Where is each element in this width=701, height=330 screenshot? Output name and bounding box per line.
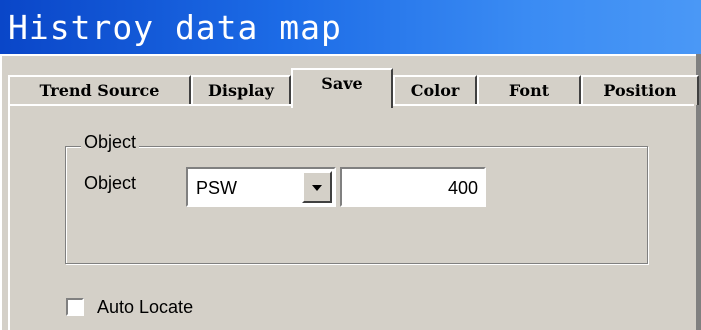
object-address-value: 400 bbox=[447, 178, 478, 198]
object-label: Object bbox=[84, 173, 137, 193]
window-title: Histroy data map bbox=[8, 8, 342, 47]
tab-display[interactable]: Display bbox=[191, 75, 291, 105]
tab-position[interactable]: Position bbox=[581, 75, 699, 105]
dropdown-button[interactable] bbox=[302, 171, 332, 203]
tab-trend-source[interactable]: Trend Source bbox=[8, 75, 191, 105]
object-type-value: PSW bbox=[196, 178, 238, 198]
object-type-select[interactable]: PSW bbox=[186, 167, 336, 207]
object-address-input[interactable]: 400 bbox=[340, 167, 486, 207]
tab-color[interactable]: Color bbox=[393, 75, 477, 105]
title-bar: Histroy data map bbox=[0, 0, 701, 54]
auto-locate-label[interactable]: Auto Locate bbox=[97, 296, 193, 318]
dialog-edge bbox=[0, 54, 701, 56]
groupbox-legend: Object bbox=[81, 131, 140, 153]
chevron-down-icon bbox=[312, 185, 322, 191]
dialog-edge bbox=[0, 54, 2, 330]
tab-font[interactable]: Font bbox=[477, 75, 581, 105]
tab-save[interactable]: Save bbox=[291, 68, 393, 108]
auto-locate-checkbox[interactable] bbox=[66, 298, 84, 316]
